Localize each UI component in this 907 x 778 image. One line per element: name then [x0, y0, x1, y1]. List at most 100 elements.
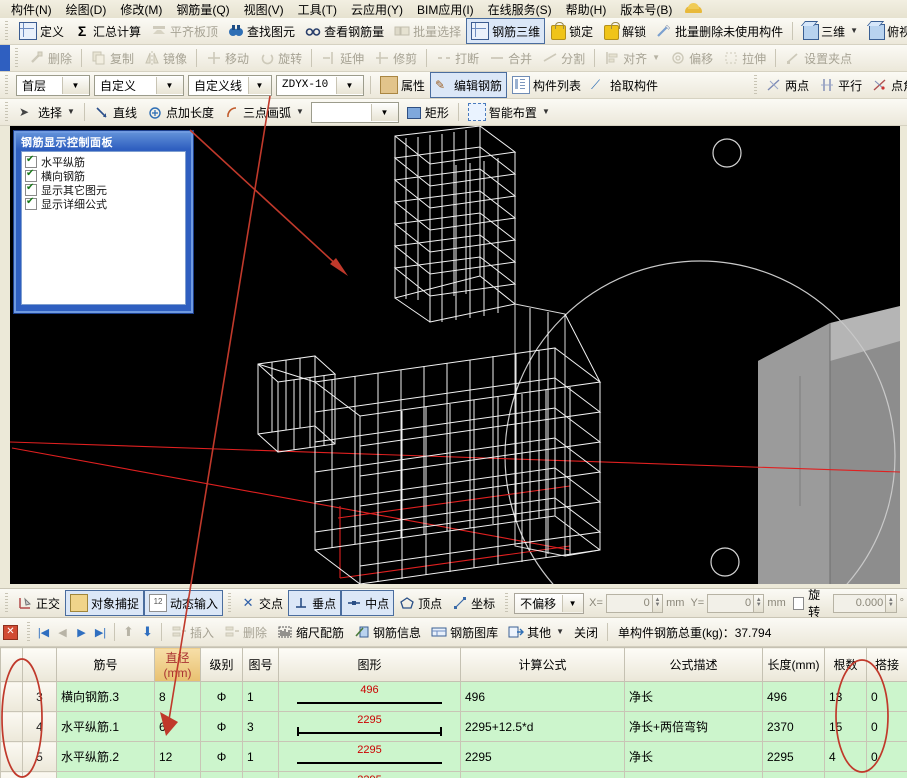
chevron-down-icon-category[interactable]: ▼ — [156, 76, 183, 94]
menu-item-rebar-qty[interactable]: 钢筋量(Q) — [169, 0, 236, 19]
midpoint-snap-button[interactable]: 中点 — [341, 590, 395, 616]
floor-select[interactable]: 首层 ▼ — [16, 74, 90, 96]
member-toolbar-grip[interactable] — [3, 75, 10, 95]
view-rebar-qty-button[interactable]: 查看钢筋量 — [300, 18, 389, 44]
member-list-button[interactable]: 构件列表 — [507, 72, 586, 98]
line-button[interactable]: 直线 — [89, 99, 142, 125]
col-header-formula-desc[interactable]: 公式描述 — [624, 647, 763, 682]
cell-lap-1[interactable]: 0 — [866, 681, 907, 712]
parallel-button[interactable]: 平行 — [814, 72, 867, 98]
cell-fig-no-4[interactable]: 1 — [242, 771, 279, 778]
cell-length-4[interactable]: 2295 — [762, 771, 825, 778]
cell-shape-3[interactable]: 2295 — [278, 741, 461, 772]
y-stepper[interactable]: ▲ ▼ — [754, 593, 765, 613]
checkbox-icon-4[interactable] — [25, 196, 37, 210]
copy-button[interactable]: 复制 — [86, 45, 139, 71]
first-record-button[interactable]: |◀ — [34, 622, 53, 642]
cell-rebar-no-4[interactable]: 水平纵筋.3 — [56, 771, 155, 778]
cell-fig-no-2[interactable]: 3 — [242, 711, 279, 742]
cell-diameter-4[interactable]: 6 — [154, 771, 201, 778]
mirror-button[interactable]: 镜像 — [139, 45, 192, 71]
col-header-fig-no[interactable]: 图号 — [242, 647, 279, 682]
chevron-down-icon-select[interactable]: ▼ — [67, 108, 75, 116]
point-angle-button[interactable]: 点角 ▼ — [867, 72, 907, 98]
menu-item-online[interactable]: 在线服务(S) — [481, 0, 559, 19]
cell-count-3[interactable]: 4 — [824, 741, 867, 772]
checkbox-row-horizontal-longitudinal[interactable]: 水平纵筋 — [25, 154, 185, 169]
move-down-button[interactable]: ⬇ — [138, 622, 157, 642]
move-up-button[interactable]: ⬆ — [119, 622, 138, 642]
row-marker-4[interactable] — [0, 771, 23, 778]
draw-style-select[interactable]: ▼ — [310, 101, 399, 123]
member-select[interactable]: ZDYX-10 ▼ — [276, 74, 364, 96]
object-snap-button[interactable]: 对象捕捉 — [65, 590, 145, 616]
rebar-data-grid[interactable]: 筋号 直径(mm) 级别 图号 图形 计算公式 公式描述 长度(mm) 根数 搭… — [0, 647, 907, 778]
unlock-button[interactable]: 解锁 — [598, 18, 651, 44]
set-grip-point-button[interactable]: 设置夹点 — [780, 45, 857, 71]
checkbox-icon-2[interactable] — [25, 168, 37, 182]
cell-rebar-no-2[interactable]: 水平纵筋.1 — [56, 711, 155, 742]
col-header-rebar-no[interactable]: 筋号 — [56, 647, 155, 682]
col-header-diameter[interactable]: 直径(mm) — [154, 647, 201, 682]
stretch-button[interactable]: 拉伸 — [718, 45, 771, 71]
point-plus-length-button[interactable]: 点加长度 — [142, 99, 219, 125]
checkbox-row-transverse-rebar[interactable]: 横向钢筋 — [25, 168, 185, 183]
col-header-shape[interactable]: 图形 — [278, 647, 461, 682]
menu-item-cloud[interactable]: 云应用(Y) — [344, 0, 410, 19]
offset-grip[interactable] — [503, 593, 511, 613]
split-button[interactable]: 分割 — [537, 45, 590, 71]
menu-item-components[interactable]: 构件(N) — [4, 0, 59, 19]
row-number-1[interactable]: 3 — [22, 681, 57, 712]
category-select[interactable]: 自定义 ▼ — [94, 74, 184, 96]
select-button[interactable]: ➤ 选择 ▼ — [14, 99, 80, 125]
checkbox-icon-3[interactable] — [25, 182, 37, 196]
menu-item-modify[interactable]: 修改(M) — [113, 0, 169, 19]
row-number-4[interactable]: 6 — [22, 771, 57, 778]
dynamic-input-button[interactable]: 12 动态输入 — [144, 590, 224, 616]
view-top-button[interactable]: 俯视 ▼ — [863, 18, 907, 44]
rotate-button[interactable]: 旋转 — [254, 45, 307, 71]
row-marker-2[interactable] — [0, 711, 23, 742]
col-header-formula[interactable]: 计算公式 — [460, 647, 625, 682]
merge-button[interactable]: 合并 — [484, 45, 537, 71]
cell-rebar-no-1[interactable]: 横向钢筋.3 — [56, 681, 155, 712]
y-input[interactable]: 0 — [707, 593, 755, 613]
trim-button[interactable]: 修剪 — [369, 45, 422, 71]
table-row[interactable]: 6 水平纵筋.3 6 Φ 1 2295 2295 净长 2295 3 0 — [0, 771, 907, 778]
checkbox-row-show-other-elements[interactable]: 显示其它图元 — [25, 182, 185, 197]
batch-select-button[interactable]: 批量选择 — [389, 18, 466, 44]
rectangle-button[interactable]: 矩形 — [401, 99, 454, 125]
define-button[interactable]: 定义 — [14, 18, 69, 44]
chevron-down-icon-type[interactable]: ▼ — [248, 76, 271, 94]
menu-item-help[interactable]: 帮助(H) — [559, 0, 614, 19]
checkbox-icon-1[interactable] — [25, 154, 37, 168]
table-row[interactable]: 5 水平纵筋.2 12 Φ 1 2295 2295 净长 2295 4 0 — [0, 741, 907, 772]
rotate-input[interactable]: 0.000 — [832, 593, 887, 613]
cell-formula-4[interactable]: 2295 — [460, 771, 625, 778]
perpendicular-snap-button[interactable]: 垂点 — [288, 590, 342, 616]
edit-rebar-button[interactable]: ✎ 编辑钢筋 — [430, 72, 508, 98]
cell-diameter-2[interactable]: 6 — [154, 711, 201, 742]
two-point-button[interactable]: 两点 — [761, 72, 814, 98]
break-button[interactable]: 打断 — [431, 45, 484, 71]
pick-member-button[interactable]: ⟋ 拾取构件 — [586, 72, 663, 98]
cell-length-1[interactable]: 496 — [762, 681, 825, 712]
row-marker-3[interactable] — [0, 741, 23, 772]
snap-grip[interactable] — [226, 593, 234, 613]
view-3d-button[interactable]: 三维 ▼ — [797, 18, 863, 44]
menu-item-tools[interactable]: 工具(T) — [291, 0, 344, 19]
ortho-button[interactable]: 正交 — [12, 590, 65, 616]
close-grid-button[interactable]: 关闭 — [569, 619, 603, 645]
cell-diameter-1[interactable]: 8 — [154, 681, 201, 712]
row-number-3[interactable]: 5 — [22, 741, 57, 772]
vertex-snap-button[interactable]: 顶点 — [394, 590, 447, 616]
axis-toolbar-grip[interactable] — [752, 75, 760, 95]
col-header-count[interactable]: 根数 — [824, 647, 867, 682]
intersection-snap-button[interactable]: ✕ 交点 — [235, 590, 288, 616]
modify-toolbar-grip[interactable] — [13, 48, 20, 68]
summary-calc-button[interactable]: Σ 汇总计算 — [69, 18, 146, 44]
col-header-lap[interactable]: 搭接 — [866, 647, 907, 682]
offset-button[interactable]: 偏移 — [665, 45, 718, 71]
rebar-display-control-panel[interactable]: 钢筋显示控制面板 水平纵筋 横向钢筋 显示其它图元 — [14, 131, 193, 313]
col-header-length[interactable]: 长度(mm) — [762, 647, 825, 682]
